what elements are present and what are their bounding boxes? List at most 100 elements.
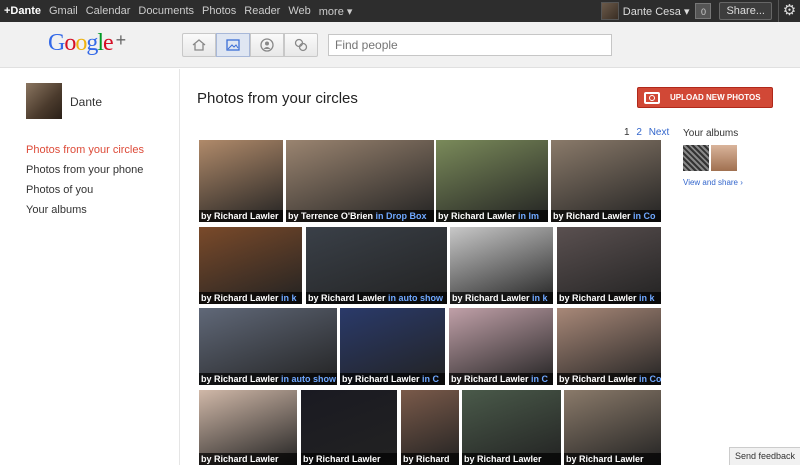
sidebar-links: Photos from your circles Photos from you…: [26, 143, 144, 223]
photo-author[interactable]: by Richard Lawler: [201, 293, 279, 303]
photo-album[interactable]: in auto show: [281, 374, 336, 384]
photo-caption: by Terrence O'Brien in Drop Box: [286, 210, 434, 222]
photo-author[interactable]: by Richard Lawler: [201, 454, 279, 464]
sidebar-item-albums[interactable]: Your albums: [26, 203, 144, 223]
photo-tile[interactable]: by Richard Lawler in auto show: [199, 308, 337, 385]
circles-icon[interactable]: [284, 33, 318, 57]
photo-author[interactable]: by Richard: [403, 454, 450, 464]
next-page-link[interactable]: Next: [649, 127, 670, 138]
photo-author[interactable]: by Richard Lawler: [438, 211, 516, 221]
photo-tile[interactable]: by Richard Lawler: [462, 390, 561, 465]
photo-author[interactable]: by Terrence O'Brien: [288, 211, 373, 221]
page-current: 1: [624, 127, 630, 138]
album-thumbnail[interactable]: [711, 145, 737, 171]
profile-icon[interactable]: [250, 33, 284, 57]
stream-nav: [182, 33, 318, 57]
photo-tile[interactable]: by Richard: [401, 390, 459, 465]
photo-caption: by Richard Lawler in auto show: [199, 373, 337, 385]
photo-author[interactable]: by Richard Lawler: [464, 454, 542, 464]
upload-label: UPLOAD NEW PHOTOS: [670, 93, 761, 102]
photo-tile[interactable]: by Richard Lawler in Co: [551, 140, 661, 222]
google-plus-logo[interactable]: Google +: [48, 30, 126, 57]
notification-count[interactable]: 0: [695, 3, 712, 19]
photo-tile[interactable]: by Richard Lawler: [564, 390, 661, 465]
photo-tile[interactable]: by Richard Lawler in Co: [557, 308, 661, 385]
photo-caption: by Richard Lawler in k: [557, 292, 661, 304]
photo-caption: by Richard Lawler: [301, 453, 397, 465]
top-link-plus[interactable]: +Dante: [4, 5, 41, 17]
photo-tile[interactable]: by Richard Lawler in k: [199, 227, 302, 304]
photo-caption: by Richard Lawler in k: [450, 292, 553, 304]
top-link-photos[interactable]: Photos: [202, 5, 236, 17]
view-and-share-link[interactable]: View and share ›: [683, 178, 743, 187]
photo-tile[interactable]: by Richard Lawler in k: [450, 227, 553, 304]
top-link-gmail[interactable]: Gmail: [49, 5, 78, 17]
header: Google +: [0, 22, 800, 68]
photo-caption: by Richard Lawler in Im: [436, 210, 548, 222]
photo-tile[interactable]: by Richard Lawler in Im: [436, 140, 548, 222]
top-link-documents[interactable]: Documents: [138, 5, 194, 17]
sidebar-item-phone[interactable]: Photos from your phone: [26, 163, 144, 183]
photo-tile[interactable]: by Richard Lawler in auto show: [306, 227, 447, 304]
photo-author[interactable]: by Richard Lawler: [559, 293, 637, 303]
top-link-more[interactable]: more ▾: [319, 5, 353, 18]
page-2-link[interactable]: 2: [636, 127, 642, 138]
photo-tile[interactable]: by Richard Lawler in C: [340, 308, 445, 385]
profile-avatar[interactable]: [26, 83, 62, 119]
album-thumbnail[interactable]: [683, 145, 709, 171]
top-link-reader[interactable]: Reader: [244, 5, 280, 17]
photos-icon[interactable]: [216, 33, 250, 57]
photo-album[interactable]: in k: [532, 293, 548, 303]
photo-author[interactable]: by Richard Lawler: [451, 374, 529, 384]
photo-author[interactable]: by Richard Lawler: [559, 374, 637, 384]
send-feedback-button[interactable]: Send feedback: [729, 447, 800, 465]
photo-caption: by Richard Lawler in auto show: [306, 292, 447, 304]
photo-author[interactable]: by Richard Lawler: [201, 211, 279, 221]
photo-album[interactable]: in k: [639, 293, 655, 303]
photo-album[interactable]: in k: [281, 293, 297, 303]
photo-author[interactable]: by Richard Lawler: [201, 374, 279, 384]
photo-album[interactable]: in Im: [518, 211, 539, 221]
photo-author[interactable]: by Richard Lawler: [566, 454, 644, 464]
find-people-input[interactable]: [328, 34, 612, 56]
photo-album[interactable]: in C: [422, 374, 439, 384]
photo-caption: by Richard Lawler in C: [449, 373, 553, 385]
photo-album[interactable]: in Co: [639, 374, 661, 384]
logo-plus: +: [115, 30, 126, 50]
top-link-calendar[interactable]: Calendar: [86, 5, 131, 17]
sidebar: Dante Photos from your circles Photos fr…: [0, 69, 180, 465]
photo-tile[interactable]: by Richard Lawler: [199, 140, 283, 222]
photo-tile[interactable]: by Richard Lawler: [199, 390, 297, 465]
sidebar-item-of-you[interactable]: Photos of you: [26, 183, 144, 203]
page-title: Photos from your circles: [197, 90, 358, 107]
photo-author[interactable]: by Richard Lawler: [303, 454, 381, 464]
photo-album[interactable]: in C: [531, 374, 548, 384]
profile-name[interactable]: Dante: [70, 95, 102, 109]
user-name-menu[interactable]: Dante Cesa ▾: [623, 5, 690, 18]
pager: 1 2 Next: [624, 127, 669, 138]
gear-icon[interactable]: ⚙: [778, 0, 800, 22]
photo-author[interactable]: by Richard Lawler: [553, 211, 631, 221]
user-avatar[interactable]: [600, 2, 619, 20]
home-icon[interactable]: [182, 33, 216, 57]
photo-tile[interactable]: by Richard Lawler: [301, 390, 397, 465]
photo-author[interactable]: by Richard Lawler: [342, 374, 420, 384]
upload-new-photos-button[interactable]: UPLOAD NEW PHOTOS: [637, 87, 773, 108]
photo-tile[interactable]: by Richard Lawler in k: [557, 227, 661, 304]
photo-caption: by Richard: [401, 453, 459, 465]
photo-author[interactable]: by Richard Lawler: [308, 293, 386, 303]
photo-author[interactable]: by Richard Lawler: [452, 293, 530, 303]
photo-tile[interactable]: by Richard Lawler in C: [449, 308, 553, 385]
photo-album[interactable]: in Co: [633, 211, 656, 221]
photo-caption: by Richard Lawler in C: [340, 373, 445, 385]
photo-caption: by Richard Lawler: [462, 453, 561, 465]
your-albums-title: Your albums: [683, 128, 739, 139]
photo-album[interactable]: in Drop Box: [376, 211, 427, 221]
photo-caption: by Richard Lawler: [199, 210, 283, 222]
top-link-web[interactable]: Web: [288, 5, 310, 17]
photo-tile[interactable]: by Terrence O'Brien in Drop Box: [286, 140, 434, 222]
photo-album[interactable]: in auto show: [388, 293, 443, 303]
photo-caption: by Richard Lawler: [199, 453, 297, 465]
share-button[interactable]: Share...: [719, 2, 772, 20]
sidebar-item-circles[interactable]: Photos from your circles: [26, 143, 144, 163]
